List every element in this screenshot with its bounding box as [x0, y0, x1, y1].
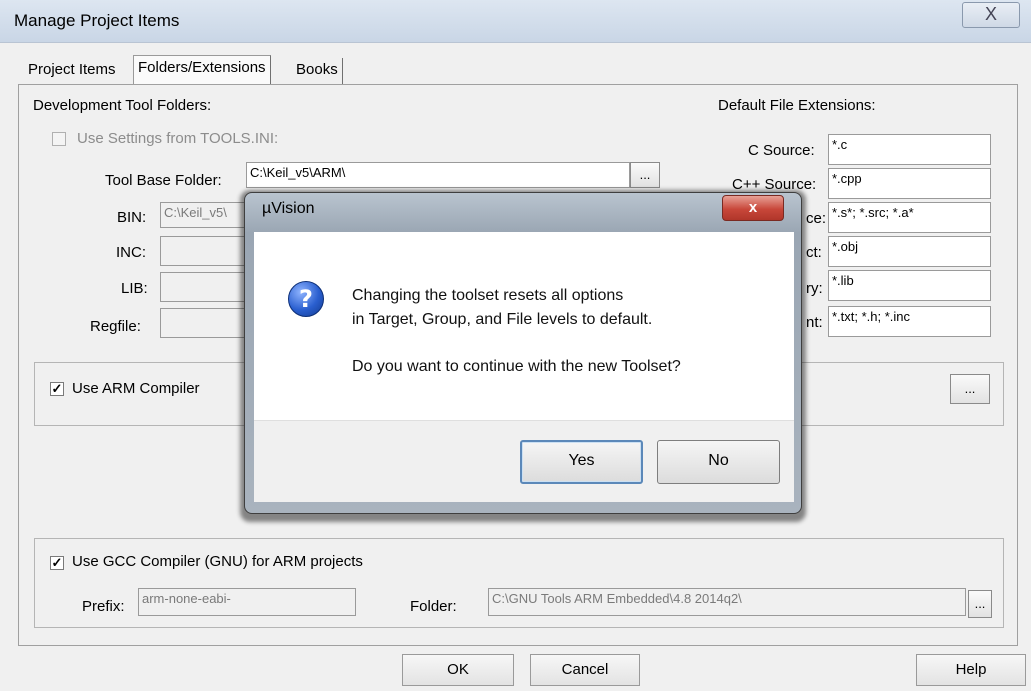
inc-input[interactable]: [160, 236, 250, 266]
dialog-message-line2: in Target, Group, and File levels to def…: [352, 311, 653, 328]
ext-input-asm[interactable]: *.s*; *.src; *.a*: [828, 202, 991, 233]
dialog-yes-button[interactable]: Yes: [520, 440, 643, 484]
gcc-folder-input[interactable]: C:\GNU Tools ARM Embedded\4.8 2014q2\: [488, 588, 966, 616]
bin-input[interactable]: C:\Keil_v5\: [160, 202, 250, 228]
tool-base-browse-button[interactable]: ...: [630, 162, 660, 188]
arm-compiler-browse-button[interactable]: ...: [950, 374, 990, 404]
dev-tools-heading: Development Tool Folders:: [33, 97, 212, 114]
tab-project-items[interactable]: Project Items: [24, 58, 120, 86]
ext-label-lib: ry:: [806, 280, 823, 297]
tool-base-input[interactable]: C:\Keil_v5\ARM\: [246, 162, 630, 188]
window-title: Manage Project Items: [14, 11, 180, 30]
extensions-heading: Default File Extensions:: [718, 97, 876, 114]
regfile-input[interactable]: [160, 308, 250, 338]
use-tools-ini-checkbox[interactable]: [52, 132, 66, 146]
bin-label: BIN:: [117, 209, 147, 226]
tab-folders-extensions[interactable]: Folders/Extensions: [133, 55, 271, 85]
window-close-button[interactable]: X: [962, 2, 1020, 28]
regfile-label: Regfile:: [90, 318, 141, 335]
ext-label-obj: ct:: [806, 244, 822, 261]
use-tools-ini-label: Use Settings from TOOLS.INI:: [77, 130, 279, 147]
ext-input-obj[interactable]: *.obj: [828, 236, 991, 267]
lib-label: LIB:: [121, 280, 148, 297]
dialog-title: µVision: [262, 200, 315, 217]
ext-input-c[interactable]: *.c: [828, 134, 991, 165]
tool-base-label: Tool Base Folder:: [105, 172, 222, 189]
dialog-message-line1: Changing the toolset resets all options: [352, 287, 624, 304]
gcc-folder-label: Folder:: [410, 598, 457, 615]
cancel-button[interactable]: Cancel: [530, 654, 640, 686]
gcc-prefix-input[interactable]: arm-none-eabi-: [138, 588, 356, 616]
gcc-folder-browse-button[interactable]: ...: [968, 590, 992, 618]
gcc-label: Use GCC Compiler (GNU) for ARM projects: [72, 553, 363, 570]
ok-button[interactable]: OK: [402, 654, 514, 686]
dialog-no-button[interactable]: No: [657, 440, 780, 484]
inc-label: INC:: [116, 244, 146, 261]
ext-input-inc[interactable]: *.txt; *.h; *.inc: [828, 306, 991, 337]
ext-input-cpp[interactable]: *.cpp: [828, 168, 991, 199]
close-icon: x: [748, 199, 758, 216]
ext-label-asm: ce:: [806, 210, 827, 227]
gcc-checkbox[interactable]: ✓: [50, 556, 64, 570]
close-icon: X: [984, 4, 997, 24]
tab-books[interactable]: Books: [292, 58, 343, 86]
dialog-message-line3: Do you want to continue with the new Too…: [352, 358, 681, 375]
ext-input-lib[interactable]: *.lib: [828, 270, 991, 301]
help-button[interactable]: Help: [916, 654, 1026, 686]
lib-input[interactable]: [160, 272, 250, 302]
arm-compiler-checkbox[interactable]: ✓: [50, 382, 64, 396]
ext-label-c: C Source:: [748, 142, 815, 159]
arm-compiler-label: Use ARM Compiler: [72, 380, 200, 397]
ext-label-inc: nt:: [806, 314, 823, 331]
dialog-close-button[interactable]: x: [722, 195, 784, 221]
question-icon: ?: [288, 281, 324, 317]
gcc-prefix-label: Prefix:: [82, 598, 125, 615]
